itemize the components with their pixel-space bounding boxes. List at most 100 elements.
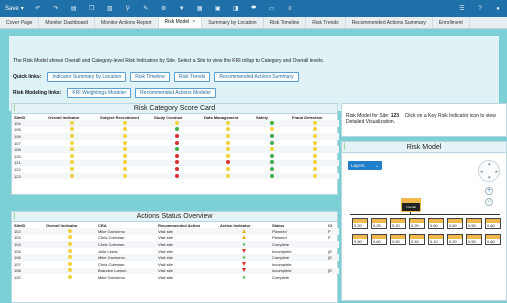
risk-indicator-dot[interactable] xyxy=(270,166,274,171)
table-row[interactable]: 106 Mike Gavlormo Visit site ★ Complete (E xyxy=(12,254,339,261)
risk-indicator-dot[interactable] xyxy=(123,166,127,171)
risk-indicator-dot[interactable] xyxy=(312,160,317,165)
risk-indicator-dot[interactable] xyxy=(270,147,274,152)
table-row[interactable]: 105 xyxy=(12,127,339,134)
kri-node[interactable]: 0.60 xyxy=(466,234,482,245)
kri-node[interactable]: 0.10 xyxy=(428,234,444,245)
table-row[interactable]: 108 Brandon Lamon Visit site Incomplete (E xyxy=(12,267,339,275)
risk-indicator-dot[interactable] xyxy=(270,127,274,132)
risk-indicator-dot[interactable] xyxy=(70,153,74,158)
recommended-actions-modeler-button[interactable]: Recommended Actions Modeler xyxy=(135,88,217,98)
risk-indicator-dot[interactable] xyxy=(175,147,179,152)
text-icon[interactable]: ▭ xyxy=(268,5,276,13)
pan-control[interactable]: ▴ ▾ ◂ ▸ xyxy=(478,160,500,182)
risk-indicator-dot[interactable] xyxy=(68,268,72,273)
kri-node[interactable]: 0.60 xyxy=(466,218,482,229)
risk-indicator-dot[interactable] xyxy=(175,153,179,158)
risk-indicator-dot[interactable] xyxy=(123,133,127,138)
hamburger-icon[interactable]: ☰ xyxy=(458,5,466,13)
risk-indicator-dot[interactable] xyxy=(270,120,274,125)
risk-indicator-dot[interactable] xyxy=(226,153,230,158)
kri-node[interactable]: 0.60 xyxy=(447,218,463,229)
tab-summary-by-location[interactable]: Summary by Location xyxy=(202,17,264,28)
kri-node[interactable]: 0.60 xyxy=(485,218,501,229)
risk-indicator-dot[interactable] xyxy=(312,147,317,152)
table-row[interactable]: 102 Mike Gavlormo Visit site Planned P xyxy=(12,228,339,235)
risk-timeline-button[interactable]: Risk Timeline xyxy=(130,72,170,82)
table-row[interactable]: 104 xyxy=(12,120,339,127)
risk-indicator-dot[interactable] xyxy=(175,133,179,138)
tab-risk-model[interactable]: Risk Model × xyxy=(158,16,203,28)
table-row[interactable]: 104 Chris Coleman Visit site ★ Complete xyxy=(12,241,339,248)
kri-node[interactable]: 0.20 xyxy=(447,234,463,245)
zoom-out-button[interactable]: − xyxy=(485,198,493,206)
table-row[interactable]: 103 Chris Coleman Visit site Planned P xyxy=(12,235,339,242)
table-row[interactable]: 107 xyxy=(12,140,339,147)
table-row[interactable]: 122 xyxy=(12,166,339,173)
risk-indicator-dot[interactable] xyxy=(68,261,72,266)
tab-cover-page[interactable]: Cover Page xyxy=(0,17,40,28)
menu-icon[interactable]: ≡ xyxy=(286,5,294,13)
zoom-in-button[interactable]: + xyxy=(485,187,493,195)
pin-icon[interactable]: ⚲ xyxy=(124,5,132,13)
help-icon[interactable]: ? xyxy=(476,5,484,13)
risk-indicator-dot[interactable] xyxy=(226,166,230,171)
tab-risk-trends[interactable]: Risk Trends xyxy=(306,17,346,28)
pan-down-icon[interactable]: ▾ xyxy=(488,175,491,181)
filter-icon[interactable]: ▼ xyxy=(178,5,186,13)
risk-indicator-dot[interactable] xyxy=(270,133,274,138)
risk-indicator-dot[interactable] xyxy=(70,120,74,125)
risk-indicator-dot[interactable] xyxy=(312,140,317,145)
risk-indicator-dot[interactable] xyxy=(226,173,230,178)
risk-indicator-dot[interactable] xyxy=(175,120,179,125)
risk-indicator-dot[interactable] xyxy=(175,127,179,132)
table-row[interactable]: 121 xyxy=(12,159,339,167)
risk-indicator-dot[interactable] xyxy=(70,133,74,138)
pan-up-icon[interactable]: ▴ xyxy=(488,161,491,167)
risk-indicator-dot[interactable] xyxy=(68,228,72,233)
risk-indicator-dot[interactable] xyxy=(270,153,274,158)
kri-node[interactable]: 0.20 xyxy=(390,218,406,229)
overall-node[interactable]: Overall xyxy=(401,198,421,212)
risk-indicator-dot[interactable] xyxy=(270,140,274,145)
risk-indicator-dot[interactable] xyxy=(175,160,179,165)
risk-indicator-dot[interactable] xyxy=(123,160,127,165)
risk-indicator-dot[interactable] xyxy=(226,133,230,138)
kri-node[interactable]: 0.20 xyxy=(352,218,368,229)
risk-indicator-dot[interactable] xyxy=(312,120,317,125)
tab-enrollment[interactable]: Enrollment xyxy=(433,17,470,28)
kri-node[interactable]: 0.60 xyxy=(352,234,368,245)
pan-left-icon[interactable]: ◂ xyxy=(480,169,483,175)
kri-node[interactable]: 0.40 xyxy=(409,234,425,245)
kri-node[interactable]: 0.60 xyxy=(371,234,387,245)
risk-indicator-dot[interactable] xyxy=(68,235,72,240)
picture-icon[interactable]: ◨ xyxy=(232,5,240,13)
risk-indicator-dot[interactable] xyxy=(175,140,179,145)
mark-icon[interactable]: ✎ xyxy=(142,5,150,13)
chart-icon[interactable]: ▥ xyxy=(106,5,114,13)
kri-node[interactable]: 0.60 xyxy=(485,234,501,245)
risk-indicator-dot[interactable] xyxy=(226,160,230,165)
risk-indicator-dot[interactable] xyxy=(123,147,127,152)
copy-icon[interactable]: ❐ xyxy=(88,5,96,13)
tab-risk-timeline[interactable]: Risk Timeline xyxy=(264,17,307,28)
table-row[interactable]: 120 Mike Gavlormo Visit site ★ Complete xyxy=(12,274,339,281)
risk-indicator-dot[interactable] xyxy=(70,160,74,165)
kri-weightings-modeler-button[interactable]: KRI Weightings Modeler xyxy=(67,88,132,98)
risk-indicator-dot[interactable] xyxy=(226,120,230,125)
tab-recommended-actions-summary[interactable]: Recommended Actions Summary xyxy=(346,17,433,28)
kri-node[interactable]: 0.60 xyxy=(428,218,444,229)
risk-indicator-dot[interactable] xyxy=(70,127,74,132)
risk-indicator-dot[interactable] xyxy=(312,153,317,158)
risk-trends-button[interactable]: Risk Trends xyxy=(174,72,211,82)
risk-indicator-dot[interactable] xyxy=(70,147,74,152)
risk-indicator-dot[interactable] xyxy=(68,241,72,246)
close-icon[interactable]: × xyxy=(192,16,195,28)
undo-icon[interactable]: ↶ xyxy=(34,5,42,13)
table-row[interactable]: 106 xyxy=(12,133,339,140)
redo-icon[interactable]: ↷ xyxy=(52,5,60,13)
tab-monitor-actions-report[interactable]: Monitor Actions Report xyxy=(95,17,159,28)
layers-dropdown[interactable]: Layers ⌄ xyxy=(348,161,382,170)
risk-indicator-dot[interactable] xyxy=(123,140,127,145)
table-row[interactable]: 105 Julie Lewis Visit site Incomplete (E xyxy=(12,248,339,255)
